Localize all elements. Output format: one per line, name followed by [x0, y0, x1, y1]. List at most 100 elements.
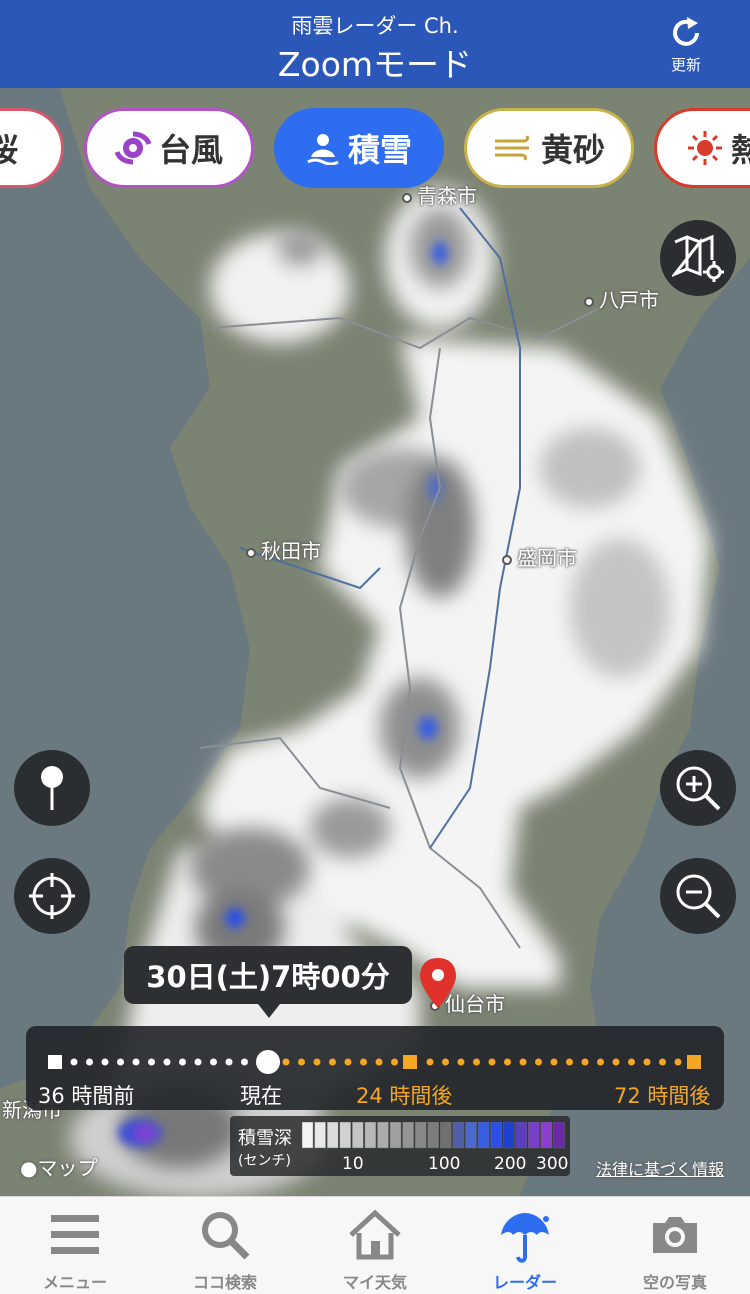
timeline-24h-marker[interactable] — [403, 1055, 417, 1069]
timeline-start-marker[interactable] — [48, 1055, 62, 1069]
legend-swatch — [402, 1122, 414, 1149]
timeline-dot[interactable] — [101, 1058, 109, 1066]
timeline-dot[interactable] — [566, 1058, 573, 1066]
search-icon — [202, 1212, 250, 1260]
legend-tick: 300 — [536, 1154, 569, 1174]
timeline-dot[interactable] — [426, 1058, 434, 1066]
legend-tick: 200 — [494, 1154, 527, 1174]
nav-radar[interactable]: レーダー — [450, 1197, 600, 1294]
timeline-dot[interactable] — [298, 1058, 305, 1066]
legend-swatch — [364, 1122, 377, 1149]
refresh-icon — [673, 17, 699, 46]
timeline-dot[interactable] — [117, 1058, 124, 1066]
timeline-dot[interactable] — [70, 1058, 78, 1066]
legend-swatch — [302, 1122, 314, 1149]
legend-color-scale — [302, 1122, 565, 1149]
chip-label: 台風 — [158, 131, 223, 169]
chip-label: 黄砂 — [540, 131, 605, 169]
pin-button[interactable] — [14, 750, 90, 826]
legend-unit: (センチ) — [238, 1153, 291, 1169]
chip-label: 積雪 — [347, 131, 412, 169]
legend-tick: 100 — [428, 1154, 461, 1174]
timeline-end-marker[interactable] — [687, 1055, 701, 1069]
timeline-dot[interactable] — [550, 1058, 558, 1066]
timeline-dot[interactable] — [148, 1058, 155, 1066]
timeline-dot[interactable] — [612, 1058, 620, 1066]
current-location-button[interactable] — [14, 858, 90, 934]
legend-swatch — [477, 1122, 490, 1149]
timeline-dot[interactable] — [674, 1058, 682, 1066]
nav-my-weather[interactable]: マイ天気 — [300, 1197, 450, 1294]
tooltip-time: 30日(土)7時00分 — [146, 960, 390, 994]
timeline-label-past: 36 時間前 — [38, 1084, 135, 1108]
timeline-dot[interactable] — [86, 1058, 93, 1066]
timeline-dot[interactable] — [282, 1058, 290, 1066]
timeline-dot[interactable] — [504, 1058, 511, 1066]
typhoon-icon — [114, 130, 151, 166]
timeline-dot[interactable] — [313, 1058, 321, 1066]
timeline-dot[interactable] — [457, 1058, 465, 1066]
nav-sky-photos[interactable]: 空の写真 — [600, 1197, 750, 1294]
legend-swatch — [452, 1122, 465, 1149]
timeline-label-24h: 24 時間後 — [356, 1084, 453, 1108]
refresh-label: 更新 — [670, 56, 701, 74]
home-icon — [349, 1209, 401, 1260]
timeline-dot[interactable] — [391, 1058, 398, 1066]
chip-sakura[interactable]: 桜 — [0, 108, 64, 188]
timeline-dot[interactable] — [581, 1058, 589, 1066]
app-header: 雨雲レーダー Ch. Zoomモード 更新 — [0, 0, 750, 88]
timeline-dot[interactable] — [225, 1058, 233, 1066]
timeline-dot[interactable] — [442, 1058, 449, 1066]
timeline-dot[interactable] — [473, 1058, 480, 1066]
timeline-dot[interactable] — [519, 1058, 527, 1066]
snow-depth-legend: 積雪深 (センチ) 10 100 200 300 — [230, 1116, 570, 1176]
timeline-dot[interactable] — [194, 1058, 202, 1066]
timeline-dot[interactable] — [597, 1058, 604, 1066]
legend-swatch — [339, 1122, 352, 1149]
chip-snow[interactable]: 積雪 — [274, 108, 444, 188]
timeline-dot[interactable] — [132, 1058, 140, 1066]
location-pin-icon[interactable] — [420, 958, 456, 1008]
zoom-out-button[interactable] — [660, 858, 736, 934]
timeline-dot[interactable] — [628, 1058, 635, 1066]
legend-swatch — [528, 1122, 540, 1149]
timeline-slider[interactable]: 36 時間前 現在 24 時間後 72 時間後 — [26, 1026, 724, 1110]
legend-swatch — [352, 1122, 364, 1149]
tooltip-arrow — [258, 1004, 280, 1018]
timeline-dot[interactable] — [488, 1058, 496, 1066]
legend-swatch — [515, 1122, 528, 1149]
chip-yellow-dust[interactable]: 黄砂 — [464, 108, 634, 188]
timeline-dot[interactable] — [375, 1058, 383, 1066]
timeline-dot[interactable] — [179, 1058, 186, 1066]
time-tooltip: 30日(土)7時00分 — [124, 946, 412, 1004]
timeline-dot[interactable] — [344, 1058, 352, 1066]
timeline-dot[interactable] — [535, 1058, 542, 1066]
nav-search[interactable]: ココ検索 — [150, 1197, 300, 1294]
map-settings-button[interactable] — [660, 220, 736, 296]
app-root: 雨雲レーダー Ch. Zoomモード 更新 青森市 八戸市 秋田市 盛岡市 仙台… — [0, 0, 750, 1294]
legal-info-link[interactable]: 法律に基づく情報 — [596, 1156, 724, 1180]
timeline-dot[interactable] — [659, 1058, 666, 1066]
legend-swatch — [465, 1122, 477, 1149]
legend-swatch — [427, 1122, 440, 1149]
timeline-dot[interactable] — [210, 1058, 217, 1066]
nav-menu[interactable]: メニュー — [0, 1197, 150, 1294]
camera-icon — [653, 1217, 697, 1253]
timeline-dot[interactable] — [241, 1058, 248, 1066]
chip-label: 熱 — [731, 131, 750, 169]
refresh-button[interactable]: 更新 — [658, 14, 714, 78]
nav-label: ココ検索 — [192, 1273, 257, 1292]
legend-swatch — [553, 1122, 565, 1149]
timeline-dot[interactable] — [329, 1058, 336, 1066]
timeline-dot[interactable] — [643, 1058, 651, 1066]
city-label-hachinohe: 八戸市 — [584, 284, 659, 313]
category-chips: 桜 台風 積雪 黄砂 熱 — [0, 108, 750, 188]
chip-heat[interactable]: 熱 — [654, 108, 750, 188]
crosshair-icon — [29, 873, 75, 919]
timeline-dot[interactable] — [360, 1058, 367, 1066]
timeline-thumb[interactable] — [256, 1050, 280, 1074]
menu-icon — [51, 1215, 99, 1254]
zoom-in-button[interactable] — [660, 750, 736, 826]
chip-typhoon[interactable]: 台風 — [84, 108, 254, 188]
timeline-dot[interactable] — [163, 1058, 171, 1066]
